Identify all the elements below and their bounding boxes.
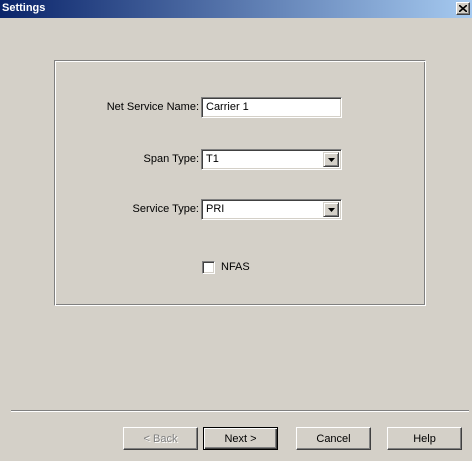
service-type-select[interactable]: PRI <box>201 199 342 220</box>
cancel-button[interactable]: Cancel <box>296 427 371 450</box>
nfas-label[interactable]: NFAS <box>221 261 250 274</box>
chevron-down-icon <box>327 157 335 162</box>
span-type-label: Span Type: <box>143 153 199 165</box>
net-service-name-input[interactable]: Carrier 1 <box>201 97 342 118</box>
service-type-label: Service Type: <box>132 203 199 215</box>
title-bar[interactable]: Settings <box>0 0 472 18</box>
service-type-value: PRI <box>206 203 225 215</box>
nfas-checkbox[interactable] <box>202 261 215 274</box>
chevron-down-icon <box>327 207 335 212</box>
close-icon <box>459 5 467 12</box>
service-type-dropdown-button[interactable] <box>323 202 339 217</box>
span-type-dropdown-button[interactable] <box>323 152 339 167</box>
next-button[interactable]: Next > <box>203 427 278 450</box>
window-title: Settings <box>2 2 46 14</box>
button-separator <box>11 410 469 412</box>
close-button[interactable] <box>456 2 470 15</box>
settings-dialog: Settings Net Service Name: Carrier 1 Spa… <box>0 0 472 461</box>
help-button[interactable]: Help <box>387 427 462 450</box>
span-type-value: T1 <box>206 153 219 165</box>
span-type-select[interactable]: T1 <box>201 149 342 170</box>
net-service-name-value: Carrier 1 <box>206 101 249 113</box>
net-service-name-label: Net Service Name: <box>106 101 199 113</box>
back-button[interactable]: < Back <box>123 427 198 450</box>
